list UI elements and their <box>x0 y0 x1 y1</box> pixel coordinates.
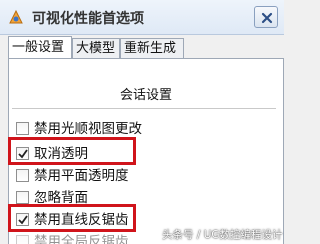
tab-general[interactable]: 一般设置 <box>8 36 72 58</box>
section-divider <box>12 108 276 110</box>
close-icon <box>261 12 273 24</box>
tab-large-model[interactable]: 大模型 <box>72 38 120 58</box>
close-button[interactable] <box>254 6 278 28</box>
checkbox[interactable] <box>16 191 29 204</box>
option-label: 禁用光顺视图更改 <box>34 121 142 137</box>
window-title: 可视化性能首选项 <box>32 11 144 27</box>
highlight-box <box>8 204 136 232</box>
checkbox[interactable] <box>16 169 29 182</box>
preferences-dialog: 可视化性能首选项 一般设置 大模型 重新生成 会话设置 禁用光顺视图更改 取消透… <box>0 0 284 244</box>
tab-regenerate[interactable]: 重新生成 <box>120 38 184 58</box>
checkbox[interactable] <box>16 235 29 244</box>
app-icon <box>8 9 24 25</box>
checkbox[interactable] <box>16 122 29 135</box>
watermark: 头条号 / UG数控编程设计 <box>162 229 283 241</box>
option-label: 禁用平面透明度 <box>34 168 129 184</box>
option-label: 禁用全局反锯齿 <box>34 234 129 244</box>
title-bar[interactable]: 可视化性能首选项 <box>0 0 284 35</box>
highlight-box <box>8 137 136 165</box>
section-title: 会话设置 <box>120 88 173 103</box>
